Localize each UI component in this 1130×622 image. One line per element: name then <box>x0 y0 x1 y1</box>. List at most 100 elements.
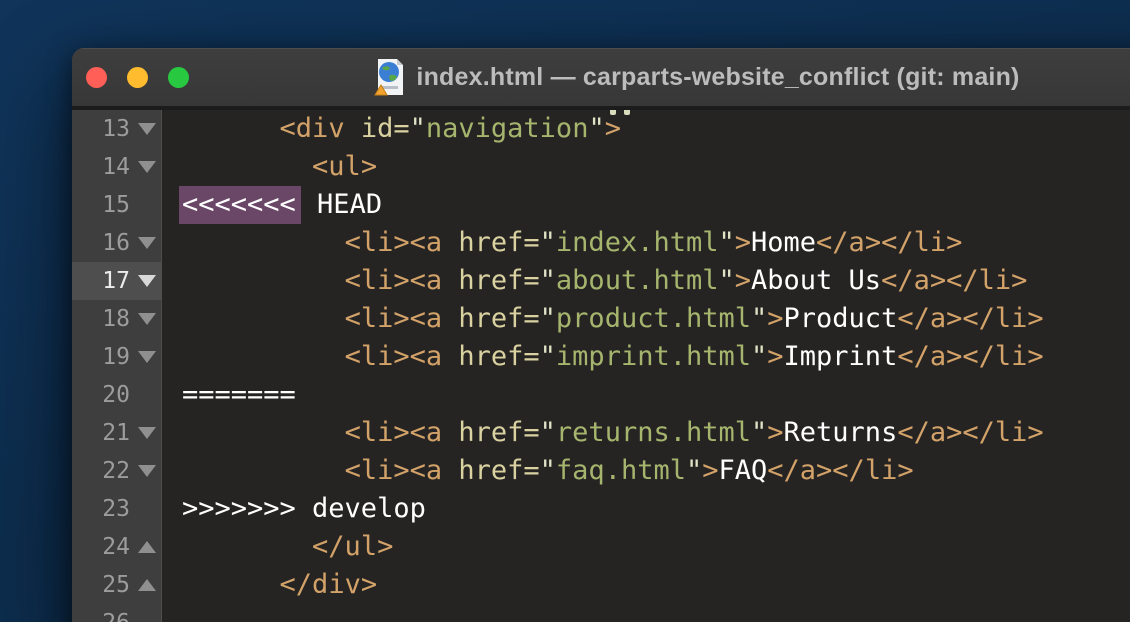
fold-down-icon[interactable] <box>138 351 156 363</box>
token-sp <box>442 455 458 486</box>
editor-window: index.html — carparts-website_conflict (… <box>72 48 1130 622</box>
token-sp <box>442 341 458 372</box>
token-quo: " <box>539 303 556 334</box>
token-quo: " <box>588 113 605 144</box>
token-quo: " <box>685 455 703 486</box>
code-line-17[interactable]: <li><a href="about.html">About Us</a></l… <box>182 262 1130 300</box>
fold-up-icon[interactable] <box>138 579 156 591</box>
code-line-23[interactable]: >>>>>>> develop <box>182 490 1130 528</box>
token-quo: " <box>539 265 556 296</box>
editor-content: 13 14 15 16 17 18 19 20 21 22 23 24 25 26 <div id="na… <box>72 106 1130 622</box>
token-quo: " <box>751 417 768 448</box>
token-tag: > <box>767 303 784 334</box>
token-tag: > <box>734 265 752 296</box>
token-str: product.html <box>555 303 751 334</box>
line-number[interactable]: 24 <box>72 534 130 560</box>
token-attr: href= <box>458 455 540 486</box>
gutter-row-18[interactable]: 18 <box>72 300 161 338</box>
code-line-26[interactable] <box>182 604 1130 622</box>
fold-down-icon[interactable] <box>138 161 156 173</box>
line-number[interactable]: 13 <box>72 116 130 142</box>
token-tag: </a></li> <box>881 265 1028 296</box>
token-sp <box>182 569 280 600</box>
fold-down-icon[interactable] <box>138 313 156 325</box>
gutter-row-19[interactable]: 19 <box>72 338 161 376</box>
token-txt: Imprint <box>783 341 898 372</box>
gutter-row-17[interactable]: 17 <box>72 262 161 300</box>
token-quo: " <box>751 341 768 372</box>
code-line-13[interactable]: <div id="navigation"> <box>182 110 1130 148</box>
clipped-line-remnant <box>610 110 616 115</box>
clipped-line-remnant <box>624 110 630 115</box>
code-line-19[interactable]: <li><a href="imprint.html">Imprint</a></… <box>182 338 1130 376</box>
token-tag: <li><a <box>344 417 443 448</box>
code-line-21[interactable]: <li><a href="returns.html">Returns</a></… <box>182 414 1130 452</box>
gutter-row-24[interactable]: 24 <box>72 528 161 566</box>
token-txt: Home <box>751 227 817 258</box>
token-sp <box>182 341 345 372</box>
line-number[interactable]: 17 <box>72 268 130 294</box>
line-number[interactable]: 19 <box>72 344 130 370</box>
token-sp <box>182 151 312 182</box>
line-number[interactable]: 18 <box>72 306 130 332</box>
gutter-row-23[interactable]: 23 <box>72 490 161 528</box>
code-line-16[interactable]: <li><a href="index.html">Home</a></li> <box>182 224 1130 262</box>
gutter-row-14[interactable]: 14 <box>72 148 161 186</box>
fold-down-icon[interactable] <box>138 123 156 135</box>
token-str: faq.html <box>555 455 686 486</box>
gutter-row-20[interactable]: 20 <box>72 376 161 414</box>
zoom-button[interactable] <box>168 66 189 88</box>
gutter-row-25[interactable]: 25 <box>72 566 161 604</box>
token-tag: > <box>767 417 784 448</box>
token-sp <box>442 417 458 448</box>
line-number[interactable]: 20 <box>72 382 130 408</box>
token-str: imprint.html <box>555 341 751 372</box>
fold-down-icon[interactable] <box>138 275 156 287</box>
token-tag: </a></li> <box>897 341 1044 372</box>
token-sp <box>345 113 361 144</box>
gutter-row-13[interactable]: 13 <box>72 110 161 148</box>
token-txt: >>>>>>> develop <box>182 493 426 524</box>
gutter-row-16[interactable]: 16 <box>72 224 161 262</box>
token-sp <box>182 303 345 334</box>
minimize-button[interactable] <box>127 66 148 88</box>
token-quo: " <box>751 303 768 334</box>
code-line-15[interactable]: <<<<<<< HEAD <box>179 186 1130 224</box>
close-button[interactable] <box>86 66 107 88</box>
token-quo: " <box>718 227 735 258</box>
code-line-22[interactable]: <li><a href="faq.html">FAQ</a></li> <box>182 452 1130 490</box>
token-tag: <li><a <box>344 455 443 486</box>
line-number[interactable]: 14 <box>72 154 130 180</box>
gutter-row-15[interactable]: 15 <box>72 186 161 224</box>
line-number[interactable]: 26 <box>72 610 130 622</box>
gutter-row-21[interactable]: 21 <box>72 414 161 452</box>
code-line-18[interactable]: <li><a href="product.html">Product</a></… <box>182 300 1130 338</box>
fold-down-icon[interactable] <box>138 427 156 439</box>
fold-down-icon[interactable] <box>138 465 156 477</box>
title-bar[interactable]: index.html — carparts-website_conflict (… <box>72 48 1130 106</box>
line-number[interactable]: 21 <box>72 420 130 446</box>
code-line-14[interactable]: <ul> <box>182 148 1130 186</box>
token-attr: href= <box>458 341 540 372</box>
code-line-20[interactable]: ======= <box>182 376 1130 414</box>
token-sp <box>182 113 280 144</box>
line-number[interactable]: 15 <box>72 192 130 218</box>
code-line-25[interactable]: </div> <box>182 566 1130 604</box>
line-number[interactable]: 22 <box>72 458 130 484</box>
gutter-row-22[interactable]: 22 <box>72 452 161 490</box>
token-quo: " <box>539 417 556 448</box>
token-sp <box>442 265 458 296</box>
gutter-row-26[interactable]: 26 <box>72 604 161 622</box>
code-line-24[interactable]: </ul> <box>182 528 1130 566</box>
line-number[interactable]: 16 <box>72 230 130 256</box>
token-tag: > <box>702 455 719 486</box>
code-lines[interactable]: <div id="navigation"> <ul> <<<<<<< HEAD <… <box>162 110 1130 622</box>
token-tag: </a></li> <box>767 455 914 486</box>
line-number[interactable]: 23 <box>72 496 130 522</box>
token-txt: Product <box>783 303 898 334</box>
fold-up-icon[interactable] <box>138 541 156 553</box>
title-group: index.html — carparts-website_conflict (… <box>374 58 1019 96</box>
token-str: index.html <box>555 227 719 258</box>
fold-down-icon[interactable] <box>138 237 156 249</box>
line-number[interactable]: 25 <box>72 572 130 598</box>
